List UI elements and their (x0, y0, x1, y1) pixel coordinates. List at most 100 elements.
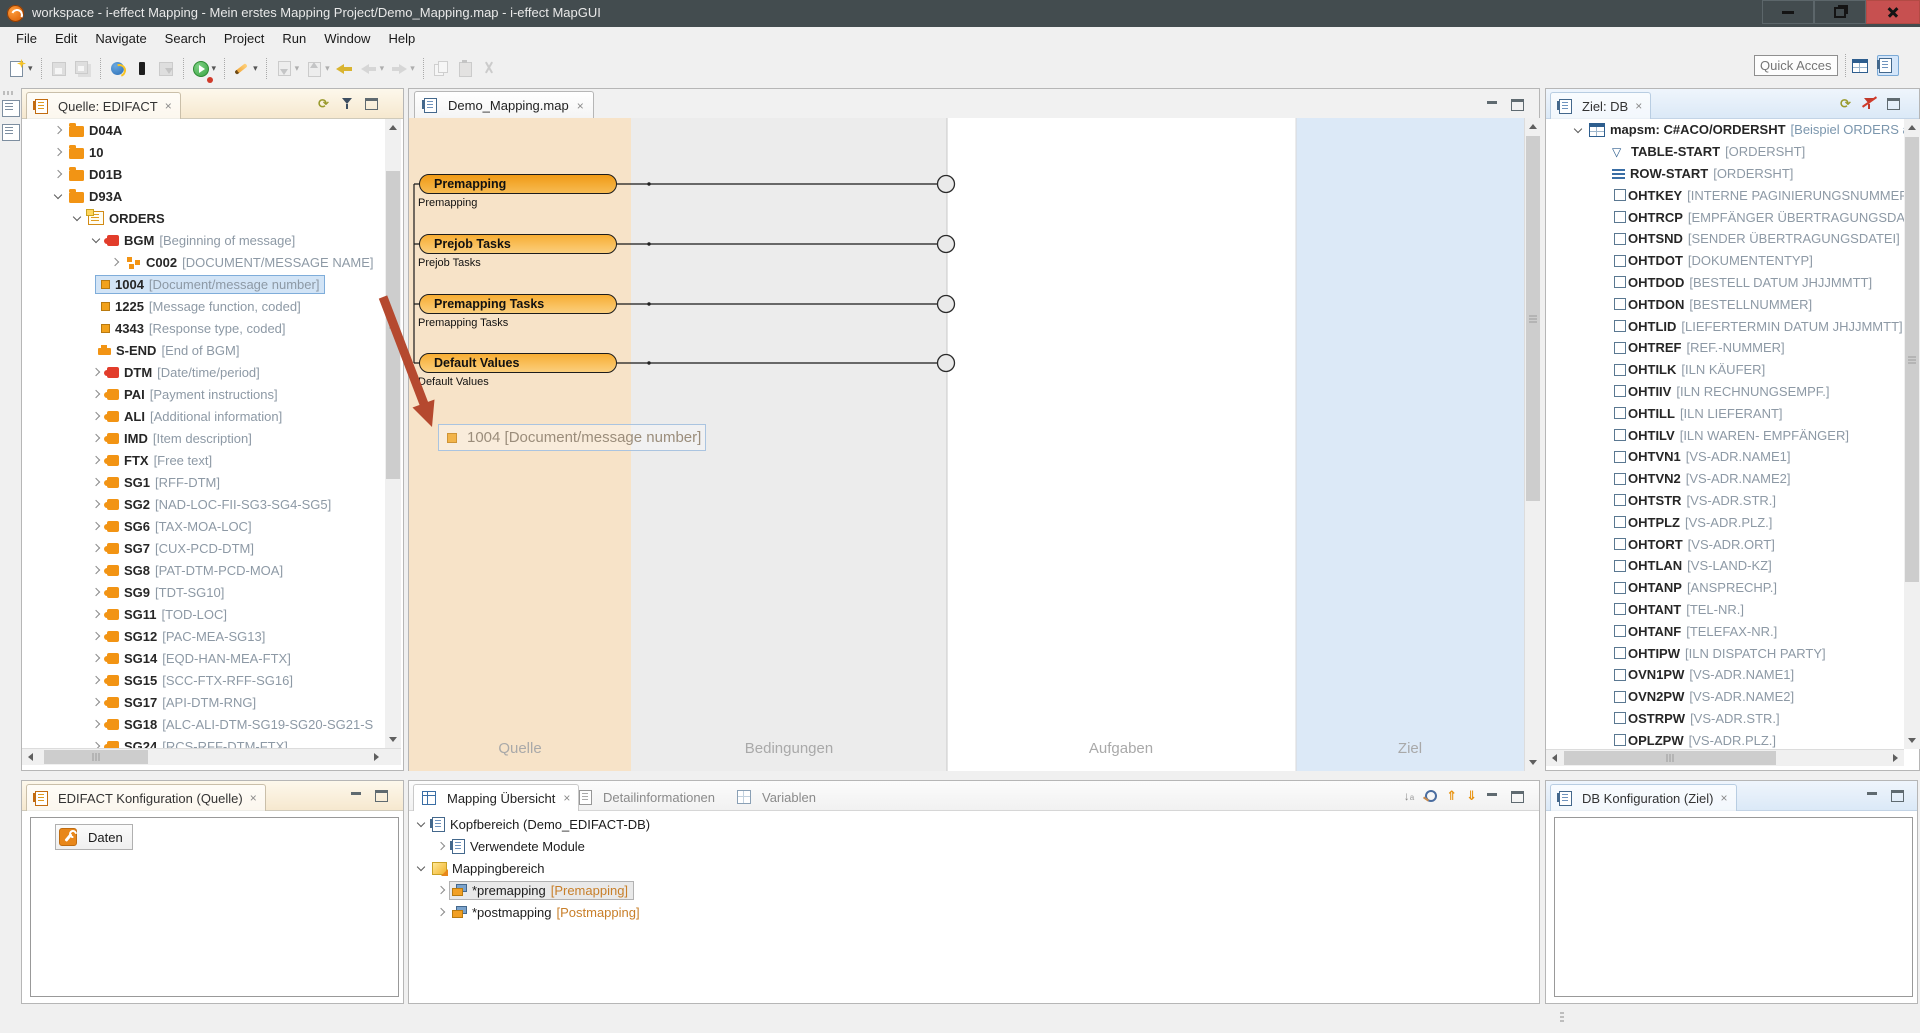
close-icon[interactable]: × (1721, 791, 1728, 805)
tree-item-ftx[interactable]: FTX[Free text] (22, 449, 385, 471)
last-edit-location-button[interactable] (334, 58, 356, 79)
dropdown-caret-icon[interactable]: ▾ (325, 63, 330, 74)
menu-run[interactable]: Run (273, 29, 315, 48)
link-with-editor-icon[interactable]: ⟳ (316, 96, 331, 111)
target-vscrollbar[interactable] (1904, 119, 1920, 749)
tab-detailinformationen[interactable]: Detailinformationen (571, 784, 723, 810)
connector-port[interactable] (938, 296, 955, 313)
chevron-right-icon[interactable] (89, 409, 104, 423)
editor-vscrollbar[interactable] (1524, 118, 1541, 771)
copy-button[interactable] (430, 58, 452, 79)
new-wizard-button[interactable]: ▾ (6, 58, 35, 79)
mapping-pencil-button[interactable]: ▾ (231, 58, 260, 79)
maximize-icon[interactable] (1510, 97, 1525, 112)
tree-item-ohtstr[interactable]: OHTSTR[VS-ADR.STR.] (1546, 490, 1904, 512)
back-button[interactable]: ▾ (358, 58, 387, 79)
tree-item-row-start[interactable]: ROW-START[ORDERSHT] (1546, 163, 1904, 185)
tree-item-sg18[interactable]: SG18[ALC-ALI-DTM-SG19-SG20-SG21-S (22, 713, 385, 735)
chevron-down-icon[interactable] (70, 211, 85, 225)
forward-button[interactable]: ▾ (388, 58, 417, 79)
tab-demo-mapping[interactable]: Demo_Mapping.map × (414, 91, 594, 119)
tree-item-sg9[interactable]: SG9[TDT-SG10] (22, 581, 385, 603)
scrollbar-thumb[interactable] (44, 750, 148, 764)
close-icon[interactable]: × (563, 791, 570, 805)
menu-file[interactable]: File (7, 29, 46, 48)
refresh-mappings-button[interactable] (107, 58, 129, 79)
maximize-icon[interactable] (364, 96, 379, 111)
tree-item-ohtsnd[interactable]: OHTSND[SENDER ÜBERTRAGUNGSDATEI] (1546, 228, 1904, 250)
tree-item-ohtdod[interactable]: OHTDOD[BESTELL DATUM JHJJMMTT] (1546, 272, 1904, 294)
menu-navigate[interactable]: Navigate (86, 29, 155, 48)
close-icon[interactable]: × (250, 791, 257, 805)
close-icon[interactable]: × (577, 99, 584, 113)
tree-item-d93a[interactable]: D93A (22, 185, 385, 207)
outline-view-icon[interactable] (2, 124, 20, 141)
tree-item-sg15[interactable]: SG15[SCC-FTX-RFF-SG16] (22, 669, 385, 691)
block-default-values[interactable]: Default Values (419, 353, 617, 373)
tree-item-mapsm-c-aco-ordersht[interactable]: mapsm: C#ACO/ORDERSHT[Beispiel ORDERS au (1546, 119, 1904, 141)
device-button[interactable] (131, 58, 153, 79)
menu-window[interactable]: Window (315, 29, 379, 48)
tree-item-ohtkey[interactable]: OHTKEY[INTERNE PAGINIERUNGSNUMMER] (1546, 184, 1904, 206)
tree-item-sg8[interactable]: SG8[PAT-DTM-PCD-MOA] (22, 559, 385, 581)
minimize-icon[interactable] (350, 788, 365, 803)
chevron-right-icon[interactable] (89, 739, 104, 748)
chevron-right-icon[interactable] (89, 563, 104, 577)
tree-item-mappingbereich[interactable]: Mappingbereich (409, 857, 1529, 879)
chevron-right-icon[interactable] (51, 123, 66, 137)
maximize-icon[interactable] (1510, 789, 1525, 804)
window-close-button[interactable] (1866, 0, 1920, 24)
link-with-editor-icon[interactable]: ⟳ (1838, 96, 1853, 111)
tree-item-ohtipw[interactable]: OHTIPW[ILN DISPATCH PARTY] (1546, 642, 1904, 664)
tree-item-10[interactable]: 10 (22, 141, 385, 163)
mapping-perspective-button[interactable] (1877, 55, 1899, 76)
tree-item-oplzpw[interactable]: OPLZPW[VS-ADR.PLZ.] (1546, 729, 1904, 749)
tab-db-konfiguration[interactable]: DB Konfiguration (Ziel) × (1550, 784, 1737, 811)
chevron-right-icon[interactable] (434, 905, 449, 919)
sort-icon[interactable]: ↓a (1404, 789, 1414, 803)
chevron-down-icon[interactable] (51, 189, 66, 203)
menu-search[interactable]: Search (156, 29, 215, 48)
tree-item-ohtplz[interactable]: OHTPLZ[VS-ADR.PLZ.] (1546, 511, 1904, 533)
chevron-right-icon[interactable] (89, 453, 104, 467)
tab-edifact-konfiguration[interactable]: EDIFACT Konfiguration (Quelle) × (26, 784, 266, 811)
source-hscrollbar[interactable] (22, 748, 401, 765)
tree-item-pai[interactable]: PAI[Payment instructions] (22, 383, 385, 405)
tree-item-ohtort[interactable]: OHTORT[VS-ADR.ORT] (1546, 533, 1904, 555)
chevron-down-icon[interactable] (1571, 123, 1586, 137)
chevron-right-icon[interactable] (89, 607, 104, 621)
chevron-right-icon[interactable] (89, 497, 104, 511)
chevron-right-icon[interactable] (89, 651, 104, 665)
mapping-canvas[interactable]: Premapping Premapping Prejob Tasks Prejo… (409, 118, 1524, 771)
tree-item-verwendete-module[interactable]: Verwendete Module (409, 835, 1529, 857)
scrollbar-thumb[interactable] (386, 171, 400, 479)
chevron-right-icon[interactable] (89, 431, 104, 445)
import-button[interactable]: ▾ (273, 58, 302, 79)
window-minimize-button[interactable] (1762, 0, 1814, 24)
tree-item-*postmapping[interactable]: *postmapping[Postmapping] (409, 901, 1529, 923)
maximize-icon[interactable] (374, 788, 389, 803)
tree-item-ohtiiv[interactable]: OHTIIV[ILN RECHNUNGSEMPF.] (1546, 381, 1904, 403)
dropdown-caret-icon[interactable]: ▾ (410, 63, 415, 74)
chevron-right-icon[interactable] (89, 717, 104, 731)
filter-icon[interactable] (340, 96, 355, 111)
dropdown-caret-icon[interactable]: ▾ (28, 63, 33, 74)
tree-item-ostrpw[interactable]: OSTRPW[VS-ADR.STR.] (1546, 708, 1904, 730)
target-hscrollbar[interactable] (1546, 749, 1904, 766)
window-restore-button[interactable] (1814, 0, 1866, 24)
dropdown-caret-icon[interactable]: ▾ (212, 63, 217, 74)
menu-project[interactable]: Project (215, 29, 273, 48)
tree-item-d01b[interactable]: D01B (22, 163, 385, 185)
tree-item-1225[interactable]: 1225[Message function, coded] (22, 295, 385, 317)
scrollbar-thumb[interactable] (1905, 137, 1919, 582)
block-prejob-tasks[interactable]: Prejob Tasks (419, 234, 617, 254)
daten-button[interactable]: Daten (55, 824, 133, 850)
tree-item-sg17[interactable]: SG17[API-DTM-RNG] (22, 691, 385, 713)
chevron-right-icon[interactable] (89, 695, 104, 709)
paste-button[interactable] (454, 58, 476, 79)
tab-variablen[interactable]: Variablen (729, 784, 824, 810)
chevron-right-icon[interactable] (89, 629, 104, 643)
tree-item-ali[interactable]: ALI[Additional information] (22, 405, 385, 427)
chevron-right-icon[interactable] (434, 839, 449, 853)
save-as-button[interactable] (155, 58, 177, 79)
